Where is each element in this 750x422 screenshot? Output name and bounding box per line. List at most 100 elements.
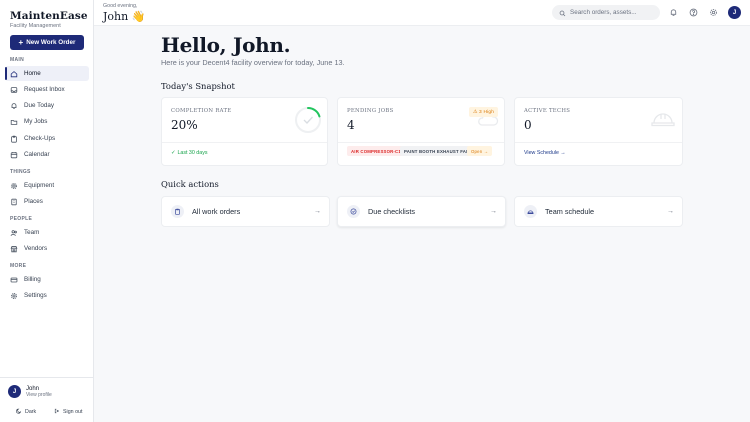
tag-air-compressor[interactable]: AIR COMPRESSOR-C1 (347, 146, 405, 156)
quick-action-label: Due checklists (368, 207, 416, 216)
sidebar-item-team[interactable]: Team (5, 225, 89, 240)
search-bar[interactable] (552, 5, 660, 20)
snapshot-heading: Today's Snapshot (161, 81, 235, 91)
high-priority-badge[interactable]: ⚠ 3 High (469, 107, 499, 117)
gear-icon (709, 4, 718, 22)
pending-jobs-value: 4 (347, 118, 355, 132)
sign-out-label: Sign out (63, 409, 83, 415)
quick-action-label: Team schedule (545, 207, 595, 216)
arrow-right-icon: → (314, 208, 321, 215)
greeting-name: John 👋 (103, 10, 146, 23)
sidebar-item-request-inbox[interactable]: Request Inbox (5, 82, 89, 97)
search-icon (559, 4, 566, 22)
settings-icon (10, 292, 18, 300)
active-techs-value: 0 (524, 118, 532, 132)
clipboard-icon (171, 205, 184, 218)
home-icon (10, 70, 18, 78)
card-divider (515, 142, 682, 143)
folder-icon (10, 118, 18, 126)
sign-out-icon (54, 408, 60, 416)
quick-action-label: All work orders (192, 207, 241, 216)
quick-action-team-schedule[interactable]: Team schedule → (514, 196, 683, 227)
check-circle-icon (347, 205, 360, 218)
pending-jobs-card: PENDING JOBS 4 ⚠ 3 High AIR COMPRESSOR-C… (337, 97, 505, 166)
sidebar-item-settings[interactable]: Settings (5, 288, 89, 303)
sidebar-item-label: Equipment (24, 182, 55, 189)
sidebar-item-billing[interactable]: Billing (5, 272, 89, 287)
sidebar-item-due-today[interactable]: Due Today (5, 98, 89, 113)
high-priority-label: 3 High (479, 109, 495, 115)
sidebar-item-equipment[interactable]: Equipment (5, 178, 89, 193)
dark-mode-toggle[interactable]: Dark (16, 408, 36, 416)
profile-link[interactable]: J John View profile (8, 385, 52, 398)
new-work-order-button[interactable]: + New Work Order (10, 35, 84, 50)
brand[interactable]: MaintenEase Facility Management (10, 10, 88, 29)
moon-icon (16, 408, 22, 416)
user-avatar-button[interactable]: J (728, 6, 741, 19)
sidebar-item-label: Places (24, 198, 43, 205)
users-icon (10, 229, 18, 237)
greeting-text: Good evening, (103, 3, 138, 9)
active-techs-label: ACTIVE TECHS (524, 108, 571, 114)
sidebar-item-calendar[interactable]: Calendar (5, 147, 89, 162)
quick-actions-heading: Quick actions (161, 179, 219, 189)
page-title: Hello, John. (161, 33, 291, 57)
completion-rate-card: COMPLETION RATE 20% ✓ Last 30 days (161, 97, 328, 166)
help-button[interactable] (689, 8, 698, 17)
completion-rate-label: COMPLETION RATE (171, 108, 232, 114)
plus-icon: + (18, 37, 24, 47)
help-icon (689, 4, 698, 22)
bell-icon (669, 4, 678, 22)
gear-icon (10, 182, 18, 190)
sign-out-button[interactable]: Sign out (54, 408, 82, 416)
tag-paint-booth[interactable]: PAINT BOOTH EXHAUST FAN (400, 146, 474, 156)
nav-section-things: THINGS (10, 169, 31, 175)
sidebar-item-label: Due Today (24, 102, 54, 109)
view-profile-link[interactable]: View profile (26, 392, 52, 398)
check-icon: ✓ (171, 150, 176, 156)
view-schedule-link[interactable]: View Schedule → (524, 150, 566, 156)
new-work-order-label: New Work Order (26, 39, 76, 46)
open-badge[interactable]: Open → (467, 146, 493, 156)
sidebar-item-my-jobs[interactable]: My Jobs (5, 114, 89, 129)
sidebar-item-vendors[interactable]: Vendors (5, 241, 89, 256)
card-divider (338, 142, 504, 143)
hardhat-icon (651, 113, 675, 127)
last-30-days-label: Last 30 days (177, 150, 208, 156)
sidebar-item-label: Calendar (24, 151, 50, 158)
bell-icon (10, 102, 18, 110)
nav-section-more: MORE (10, 263, 27, 269)
last-30-days-link[interactable]: ✓ Last 30 days (171, 150, 208, 156)
sidebar-item-places[interactable]: Places (5, 194, 89, 209)
sidebar-item-label: My Jobs (24, 118, 48, 125)
clipboard-icon (10, 135, 18, 143)
calendar-icon (10, 151, 18, 159)
search-input[interactable] (570, 9, 655, 16)
brand-subtitle: Facility Management (10, 23, 61, 29)
hardhat-icon (524, 205, 537, 218)
sidebar-item-label: Home (24, 70, 41, 77)
page-subtitle: Here is your Decent4 facility overview f… (161, 58, 345, 67)
quick-action-due-checklists[interactable]: Due checklists → (337, 196, 506, 227)
notifications-button[interactable] (669, 8, 678, 17)
sidebar-item-label: Team (24, 229, 40, 236)
nav-section-main: MAIN (10, 57, 24, 63)
sidebar-item-label: Billing (24, 276, 41, 283)
card-icon (10, 276, 18, 284)
sidebar-item-label: Settings (24, 292, 47, 299)
sidebar-item-label: Request Inbox (24, 86, 65, 93)
sidebar-footer: J John View profile Dark Sign out (0, 377, 94, 422)
dark-label: Dark (25, 409, 37, 415)
building-icon (10, 198, 18, 206)
top-bar: Good evening, John 👋 J (94, 0, 750, 26)
completion-rate-value: 20% (171, 118, 198, 132)
quick-action-all-work-orders[interactable]: All work orders → (161, 196, 330, 227)
settings-button[interactable] (709, 8, 718, 17)
brand-name: MaintenEase (10, 10, 88, 22)
avatar: J (8, 385, 21, 398)
nav-section-people: PEOPLE (10, 216, 33, 222)
sidebar-item-check-ups[interactable]: Check-Ups (5, 131, 89, 146)
vendor-icon (10, 245, 18, 253)
inbox-icon (10, 86, 18, 94)
sidebar-item-home[interactable]: Home (5, 66, 89, 81)
